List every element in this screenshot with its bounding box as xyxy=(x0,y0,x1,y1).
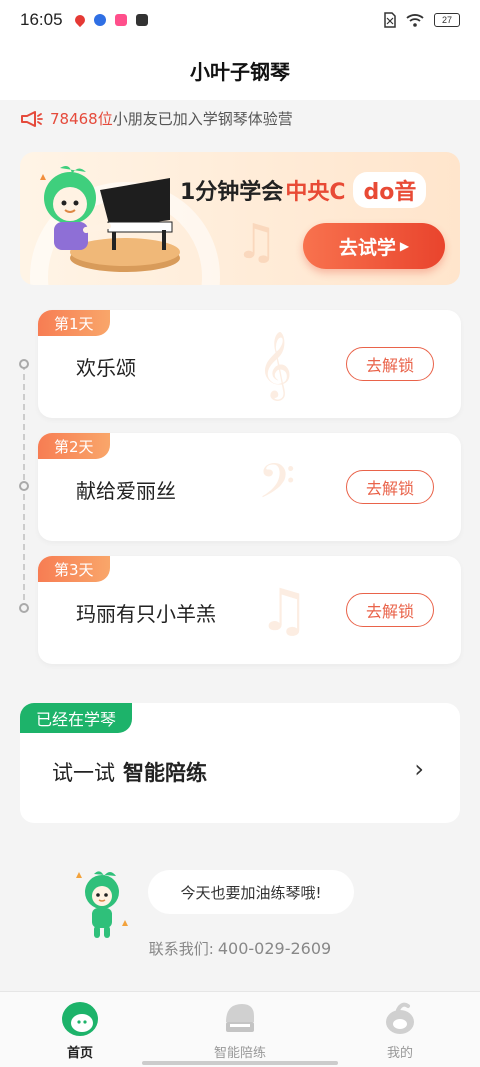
treble-clef-decoration: 𝄞 xyxy=(258,330,293,398)
day-tag: 第3天 xyxy=(38,556,110,582)
lesson-title: 献给爱丽丝 xyxy=(76,479,176,503)
contact-info: 联系我们: 400-029-2609 xyxy=(0,938,480,959)
contact-label: 联系我们: xyxy=(148,940,214,958)
nav-smart-practice[interactable]: 智能陪练 xyxy=(160,992,320,1067)
nav-profile[interactable]: 我的 xyxy=(320,992,480,1067)
app-icon xyxy=(114,14,127,26)
wifi-icon xyxy=(406,14,424,27)
bottom-nav: 首页 智能陪练 我的 xyxy=(0,991,480,1067)
location-icon xyxy=(72,12,87,28)
practice-text: 试一试 智能陪练 xyxy=(52,761,207,785)
join-text: 小朋友已加入学钢琴体验营 xyxy=(112,110,293,128)
nav-home[interactable]: 首页 xyxy=(0,992,160,1067)
lesson-title: 欢乐颂 xyxy=(76,356,136,380)
unlock-button[interactable]: 去解锁 xyxy=(346,593,434,627)
mascot-illustration xyxy=(76,871,128,938)
status-bar: 16:05 27 xyxy=(0,0,480,40)
music-note-decoration: ♫ xyxy=(258,576,310,644)
timeline-dot xyxy=(19,359,29,369)
smart-practice-card[interactable]: 已经在学琴 试一试 智能陪练 › xyxy=(20,703,460,823)
day-tag: 第1天 xyxy=(38,310,110,336)
do-badge: do音 xyxy=(353,172,427,208)
app-header: 小叶子钢琴 xyxy=(0,40,480,100)
piano-icon xyxy=(226,1004,254,1032)
try-lesson-button[interactable]: 去试学 ▶ xyxy=(303,223,445,269)
contact-phone[interactable]: 400-029-2609 xyxy=(218,939,331,958)
unlock-button[interactable]: 去解锁 xyxy=(346,347,434,381)
no-sim-icon xyxy=(384,12,396,28)
baidu-icon xyxy=(93,14,106,26)
battery-icon: 27 xyxy=(434,13,460,27)
bass-clef-decoration: 𝄢 xyxy=(258,453,296,521)
piano-mascot-illustration xyxy=(40,166,180,272)
trial-banner[interactable]: ♫ 1分钟学会 中央C do音 去试学 ▶ xyxy=(20,152,460,285)
home-icon xyxy=(62,1002,98,1036)
encouragement-bubble: 今天也要加油练琴哦! xyxy=(148,870,354,914)
chevron-right-icon: › xyxy=(414,755,424,783)
lesson-card-day1[interactable]: 第1天 𝄞 欢乐颂 去解锁 xyxy=(38,310,461,418)
megaphone-icon xyxy=(21,110,43,127)
lesson-title: 玛丽有只小羊羔 xyxy=(76,602,216,626)
media-icon xyxy=(135,14,148,26)
notification-icons xyxy=(72,12,148,28)
join-notice: 78468位 小朋友已加入学钢琴体验营 xyxy=(20,108,293,129)
home-indicator xyxy=(142,1061,338,1065)
lesson-card-day2[interactable]: 第2天 𝄢 献给爱丽丝 去解锁 xyxy=(38,433,461,541)
unlock-button[interactable]: 去解锁 xyxy=(346,470,434,504)
page-title: 小叶子钢琴 xyxy=(190,59,290,84)
music-note-decoration: ♫ xyxy=(235,214,279,270)
join-count: 78468位 xyxy=(50,110,113,128)
lesson-card-day3[interactable]: 第3天 ♫ 玛丽有只小羊羔 去解锁 xyxy=(38,556,461,664)
play-triangle-icon: ▶ xyxy=(399,239,410,253)
timeline-dot xyxy=(19,603,29,613)
profile-icon xyxy=(386,1002,414,1034)
banner-title: 1分钟学会 中央C do音 xyxy=(180,172,427,208)
timeline-dot xyxy=(19,481,29,491)
day-tag: 第2天 xyxy=(38,433,110,459)
already-learning-tag: 已经在学琴 xyxy=(20,703,133,733)
status-time: 16:05 xyxy=(20,10,63,29)
